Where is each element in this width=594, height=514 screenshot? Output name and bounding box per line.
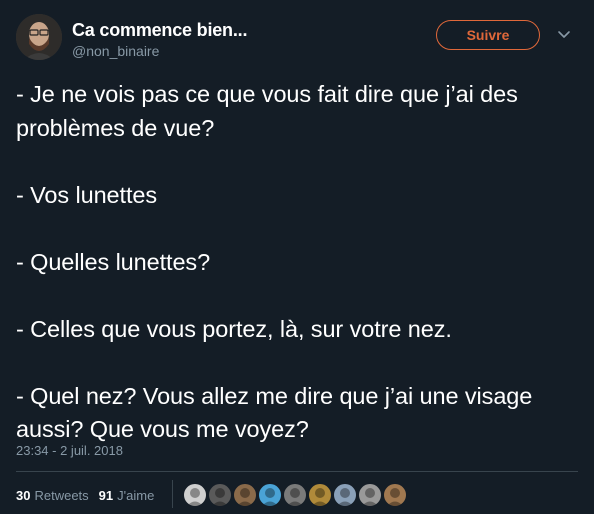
- like-label[interactable]: J'aime: [117, 488, 154, 503]
- tweet-card: Ca commence bien... @non_binaire Suivre …: [0, 0, 594, 514]
- tweet-line: - Quel nez? Vous allez me dire que j’ai …: [16, 382, 533, 443]
- liker-avatar[interactable]: [233, 483, 257, 507]
- tweet-line: - Quelles lunettes?: [16, 248, 211, 275]
- liker-avatar[interactable]: [183, 483, 207, 507]
- follow-button[interactable]: Suivre: [436, 20, 540, 50]
- tweet-stats: 30 Retweets 91 J'aime: [16, 484, 164, 506]
- author-avatar[interactable]: [16, 14, 62, 60]
- chevron-down-icon[interactable]: [556, 26, 572, 42]
- line-spacer: [16, 145, 576, 179]
- avatar-image: [16, 14, 62, 60]
- liker-avatars: [183, 483, 408, 507]
- liker-avatar[interactable]: [383, 483, 407, 507]
- tweet-line: - Je ne vois pas ce que vous fait dire q…: [16, 81, 518, 141]
- divider: [16, 471, 578, 472]
- line-spacer: [16, 346, 576, 380]
- liker-avatar[interactable]: [333, 483, 357, 507]
- tweet-timestamp[interactable]: 23:34 - 2 juil. 2018: [16, 443, 123, 458]
- line-spacer: [16, 212, 576, 246]
- line-spacer: [16, 279, 576, 313]
- tweet-text: - Je ne vois pas ce que vous fait dire q…: [16, 78, 576, 447]
- liker-avatar[interactable]: [358, 483, 382, 507]
- retweet-count[interactable]: 30: [16, 488, 30, 503]
- like-count[interactable]: 91: [99, 488, 113, 503]
- author-handle[interactable]: @non_binaire: [72, 43, 159, 59]
- liker-avatar[interactable]: [258, 483, 282, 507]
- liker-avatar[interactable]: [308, 483, 332, 507]
- tweet-line: - Celles que vous portez, là, sur votre …: [16, 315, 452, 342]
- tweet-line: - Vos lunettes: [16, 181, 157, 208]
- stats-separator: [172, 480, 173, 508]
- liker-avatar[interactable]: [208, 483, 232, 507]
- retweet-label[interactable]: Retweets: [34, 488, 88, 503]
- liker-avatar[interactable]: [283, 483, 307, 507]
- tweet-header: Ca commence bien... @non_binaire Suivre: [16, 14, 578, 62]
- author-name[interactable]: Ca commence bien...: [72, 20, 247, 41]
